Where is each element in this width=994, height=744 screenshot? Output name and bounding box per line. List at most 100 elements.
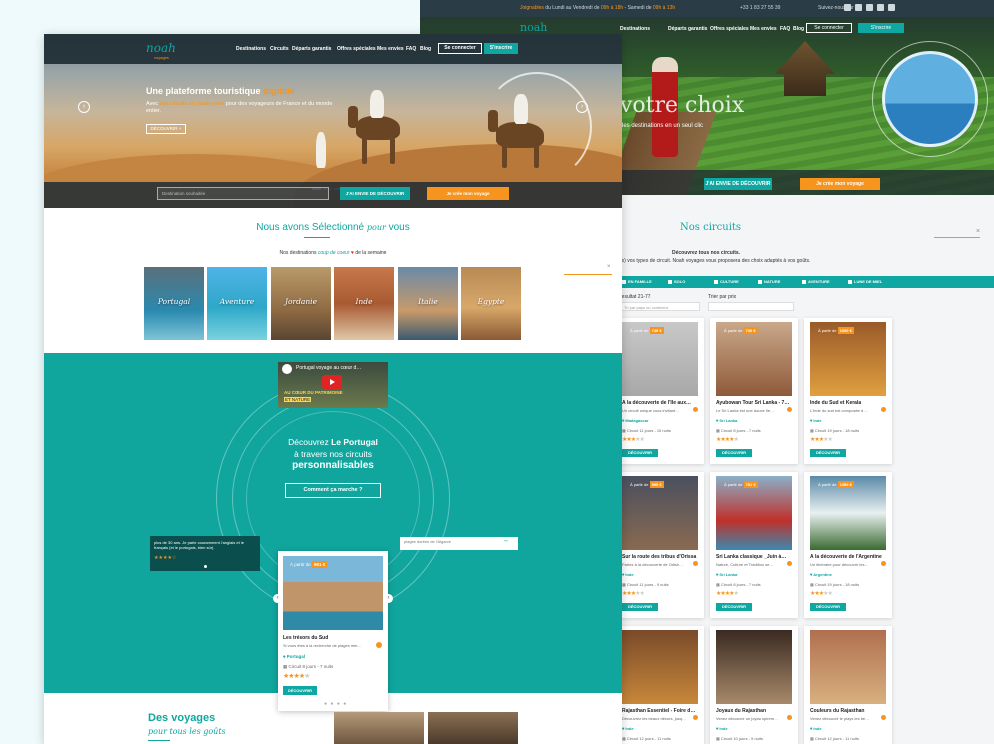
info-icon[interactable] <box>787 715 792 720</box>
search-button[interactable]: J'AI ENVIE DE DÉCOUVRIR <box>340 187 410 200</box>
circuit-card[interactable]: À partir de 1000 € Inde du Sud et Kerala L… <box>804 318 892 464</box>
destination-tile-italie[interactable]: Italie <box>398 267 458 340</box>
review-dot[interactable] <box>204 565 207 568</box>
duration: ▦ Circuit 12 jours - 11 nuits <box>810 736 859 741</box>
back-search-button[interactable]: J'AI ENVIE DE DÉCOUVRIR <box>704 178 772 190</box>
nav-offres[interactable]: Offres spéciales <box>710 26 749 32</box>
destination-tile-egypte[interactable]: Egypte <box>461 267 521 340</box>
discover-button[interactable]: DÉCOUVRIR <box>622 603 658 611</box>
circuit-card[interactable]: À partir de 991 € Les trésors du Sud Si … <box>278 551 388 711</box>
back-signup-button[interactable]: S'inscrire <box>858 23 904 33</box>
destination-tile-jordanie[interactable]: Jordanie <box>271 267 331 340</box>
info-icon[interactable] <box>693 561 698 566</box>
filter-nature[interactable]: NATURE <box>758 279 780 284</box>
nav-circuits[interactable]: Circuits <box>270 46 289 52</box>
circuit-card[interactable]: Joyaux du Rajasthan Venez découvrir un jo… <box>710 626 798 744</box>
nav-departs-garantis[interactable]: Départs garantis <box>292 46 331 52</box>
close-icon[interactable]: × <box>607 264 611 270</box>
voyage-photo[interactable] <box>334 712 424 744</box>
filter-culture[interactable]: CULTURE <box>714 279 739 284</box>
destination-tile-portugal[interactable]: Portugal <box>144 267 204 340</box>
how-it-works-button[interactable]: Comment ça marche ? <box>285 483 381 498</box>
info-icon[interactable] <box>881 561 886 566</box>
info-icon[interactable] <box>787 561 792 566</box>
destination-label: Italie <box>418 297 438 306</box>
circuit-title: Sur la route des tribus d'Orissa <box>622 554 697 560</box>
discover-button[interactable]: DÉCOUVRIR <box>283 686 317 695</box>
info-icon[interactable] <box>693 407 698 412</box>
video-title: Portugal voyage au cœur d… <box>296 365 362 371</box>
discover-button[interactable]: DÉCOUVRIR <box>716 449 752 457</box>
nav-envies[interactable]: Mes envies <box>750 26 777 32</box>
create-trip-button[interactable]: Je crée mon voyage <box>427 187 509 200</box>
info-icon[interactable] <box>376 642 382 648</box>
discover-button[interactable]: DÉCOUVRIR <box>810 603 846 611</box>
video-caption: ET NATURE <box>284 397 312 402</box>
chevron-left-icon[interactable]: ‹ <box>78 101 90 113</box>
destination-tile-inde[interactable]: Inde <box>334 267 394 340</box>
circuit-card[interactable]: À partir de 1399 € À la découverte de l'A… <box>804 472 892 618</box>
price-sort-select[interactable] <box>708 302 794 311</box>
nav-offres-speciales[interactable]: Offres spéciales <box>337 46 376 52</box>
chevron-right-icon[interactable]: › <box>384 594 393 603</box>
circuits-description: (s) vos types de circuit. Noah voyages v… <box>620 258 811 264</box>
circuit-card[interactable]: Couleurs du Rajasthan Venez découvrir le … <box>804 626 892 744</box>
logo[interactable]: noah <box>146 41 176 55</box>
nav-blog[interactable]: Blog <box>793 26 804 32</box>
filter-honeymoon[interactable]: LUNE DE MIEL <box>848 279 882 284</box>
info-icon[interactable] <box>693 715 698 720</box>
carousel-pagination[interactable]: ● ● ● ● <box>324 701 347 707</box>
back-login-button[interactable]: Se connecter <box>806 23 852 33</box>
discover-button[interactable]: DÉCOUVRIR <box>716 603 752 611</box>
youtube-icon[interactable] <box>888 4 895 11</box>
twitter-icon[interactable] <box>866 4 873 11</box>
filter-family[interactable]: EN FAMILLE <box>622 279 652 284</box>
nav-faq[interactable]: FAQ <box>780 26 790 32</box>
filter-aventure[interactable]: AVENTURE <box>802 279 830 284</box>
info-icon[interactable] <box>881 407 886 412</box>
nav-blog[interactable]: Blog <box>420 46 431 52</box>
close-icon[interactable]: × <box>976 228 980 235</box>
nav-departs[interactable]: Départs garantis <box>668 26 707 32</box>
circuit-card[interactable]: Rajasthan Essentiel - Foire d… Découvrez … <box>616 626 704 744</box>
chevron-right-icon[interactable]: › <box>576 101 588 113</box>
linkedin-icon[interactable] <box>877 4 884 11</box>
circuit-card[interactable]: À partir de 730 € Ayubowan Tour Sri Lanka… <box>710 318 798 464</box>
nav-faq[interactable]: FAQ <box>406 46 416 52</box>
back-logo[interactable]: noah <box>520 21 547 34</box>
instagram-icon[interactable] <box>855 4 862 11</box>
price-tag: À partir de 730 € <box>724 327 758 334</box>
camel-leg <box>390 138 395 164</box>
nav-destinations[interactable]: Destinations <box>236 46 266 52</box>
destination-input[interactable]: Destination souhaitée <box>157 187 329 200</box>
checkbox-icon <box>668 280 672 284</box>
back-offer-button[interactable]: Je crée mon voyage <box>800 178 880 190</box>
discover-button[interactable]: DÉCOUVRIR <box>622 449 658 457</box>
voyage-photo[interactable] <box>428 712 518 744</box>
youtube-video[interactable]: Portugal voyage au cœur d… AU CŒUR DU PA… <box>278 362 388 408</box>
phone-number[interactable]: +33 1 83 27 55 39 <box>740 5 780 11</box>
hero-discover-button[interactable]: DÉCOUVRIR + <box>146 124 186 134</box>
info-icon[interactable] <box>881 715 886 720</box>
hero-pagination[interactable] <box>312 177 352 190</box>
login-button[interactable]: Se connecter <box>438 43 482 54</box>
nav-mes-envies[interactable]: Mes envies <box>377 46 404 52</box>
play-icon[interactable] <box>322 375 342 389</box>
rating-stars: ★★★★★ <box>810 437 833 443</box>
circuit-card[interactable]: À partir de 739 € À la découverte de l'îl… <box>616 318 704 464</box>
rating-stars: ★★★★★ <box>283 673 310 680</box>
circuit-card[interactable]: À partir de 791 € Sri Lanka classique _Ju… <box>710 472 798 618</box>
country-sort-select[interactable]: Tri par pays ou continent <box>620 302 700 311</box>
facebook-icon[interactable] <box>844 4 851 11</box>
location: ⌖ Portugal <box>283 654 306 659</box>
signup-button[interactable]: S'inscrire <box>484 43 518 54</box>
filter-solo[interactable]: SOLO <box>668 279 685 284</box>
duration: ▦ Circuit 8 jours - 7 nuits <box>716 428 761 433</box>
hero-subtitle: Avec des circuits en mode entre pour des… <box>146 101 333 114</box>
nav-destinations[interactable]: Destinations <box>620 26 650 32</box>
discover-button[interactable]: DÉCOUVRIR <box>810 449 846 457</box>
circuit-card[interactable]: À partir de 995 € Sur la route des tribus… <box>616 472 704 618</box>
info-icon[interactable] <box>787 407 792 412</box>
chevron-left-icon[interactable]: ‹ <box>273 594 282 603</box>
destination-tile-aventure[interactable]: Aventure <box>207 267 267 340</box>
